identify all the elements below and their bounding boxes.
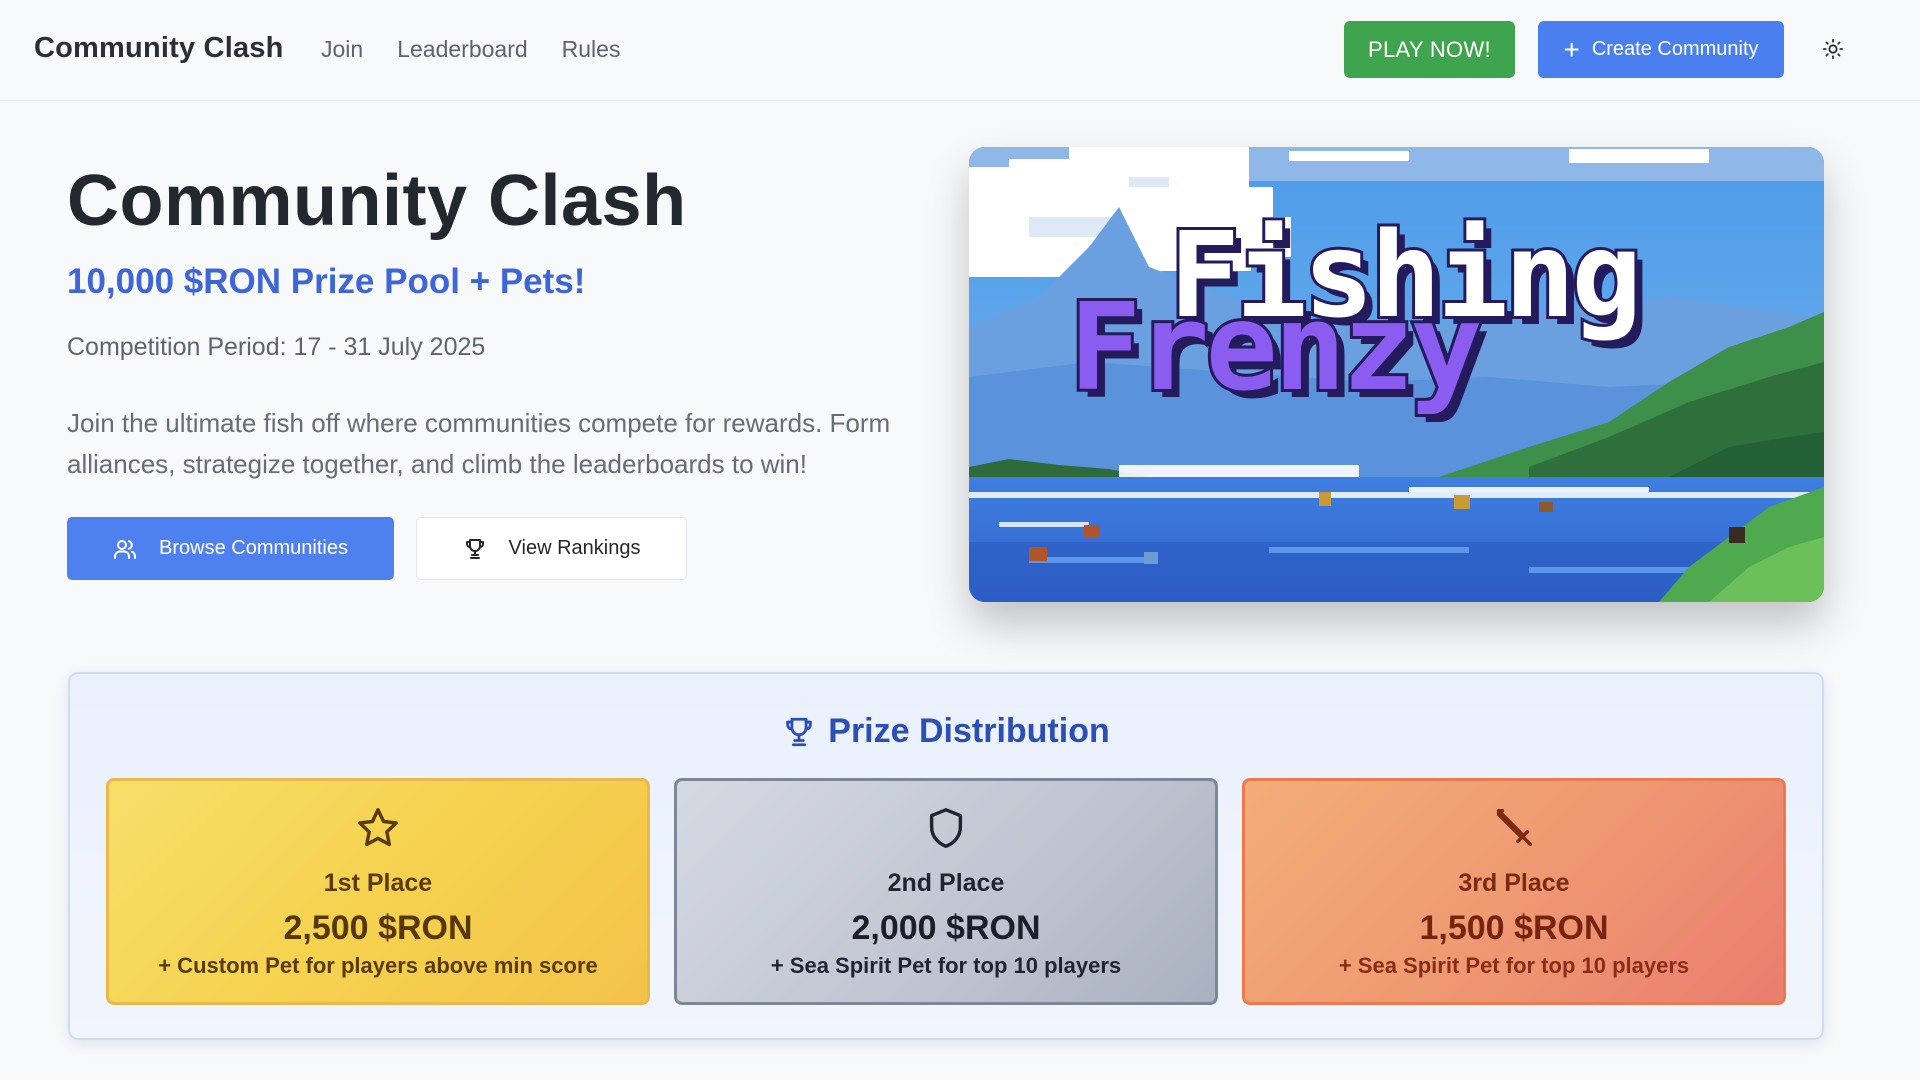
prize-place: 3rd Place	[1458, 869, 1570, 897]
browse-communities-button[interactable]: Browse Communities	[67, 517, 394, 580]
play-now-button[interactable]: PLAY NOW!	[1344, 21, 1515, 78]
browse-communities-label: Browse Communities	[159, 537, 348, 559]
prize-amount: 2,500 $RON	[283, 909, 473, 947]
prize-card-second: 2nd Place 2,000 $RON + Sea Spirit Pet fo…	[674, 778, 1218, 1005]
prize-card-third: 3rd Place 1,500 $RON + Sea Spirit Pet fo…	[1242, 778, 1786, 1005]
view-rankings-label: View Rankings	[508, 537, 641, 559]
create-community-label: Create Community	[1591, 38, 1759, 60]
sword-icon	[1496, 809, 1533, 847]
prize-bonus: + Custom Pet for players above min score	[158, 953, 598, 978]
create-community-button[interactable]: + Create Community	[1538, 21, 1784, 78]
shield-icon	[929, 808, 963, 848]
hero-description: Join the ultimate fish off where communi…	[67, 408, 891, 479]
prize-amount: 2,000 $RON	[851, 909, 1041, 947]
theme-toggle-button[interactable]	[1818, 34, 1848, 64]
nav-link-join[interactable]: Join	[321, 36, 363, 63]
users-icon	[114, 539, 137, 559]
prize-place: 1st Place	[323, 869, 433, 897]
nav-links: Join Leaderboard Rules	[321, 36, 654, 63]
prize-bonus: + Sea Spirit Pet for top 10 players	[1338, 953, 1690, 978]
trophy-icon	[465, 538, 484, 559]
top-navbar: Community Clash Join Leaderboard Rules P…	[0, 0, 1920, 101]
prize-distribution-panel: Prize Distribution 1st Place 2,500 $RON …	[68, 672, 1824, 1040]
brand-logo-text[interactable]: Community Clash	[34, 32, 284, 65]
prize-pool-subtitle: 10,000 $RON Prize Pool + Pets!	[67, 262, 586, 301]
competition-period: Competition Period: 17 - 31 July 2025	[67, 333, 486, 361]
prize-amount: 1,500 $RON	[1419, 909, 1609, 947]
prize-distribution-heading: Prize Distribution	[70, 712, 1822, 751]
sun-icon	[1822, 38, 1844, 60]
game-banner-image: Fishing Fishing Frenzy Frenzy	[969, 147, 1824, 602]
nav-link-leaderboard[interactable]: Leaderboard	[397, 36, 527, 63]
nav-link-rules[interactable]: Rules	[562, 36, 621, 63]
view-rankings-button[interactable]: View Rankings	[416, 517, 687, 580]
logo-line-frenzy: Frenzy	[1069, 279, 1479, 418]
star-icon	[358, 808, 398, 847]
hero-title: Community Clash	[67, 161, 687, 241]
trophy-icon	[786, 717, 813, 746]
prize-bonus: + Sea Spirit Pet for top 10 players	[770, 953, 1122, 978]
prize-distribution-title: Prize Distribution	[828, 712, 1110, 750]
prize-card-first: 1st Place 2,500 $RON + Custom Pet for pl…	[106, 778, 650, 1005]
plus-icon: +	[1563, 33, 1580, 65]
prize-place: 2nd Place	[887, 869, 1005, 897]
fishing-frenzy-artwork: Fishing Fishing Frenzy Frenzy	[969, 147, 1824, 602]
